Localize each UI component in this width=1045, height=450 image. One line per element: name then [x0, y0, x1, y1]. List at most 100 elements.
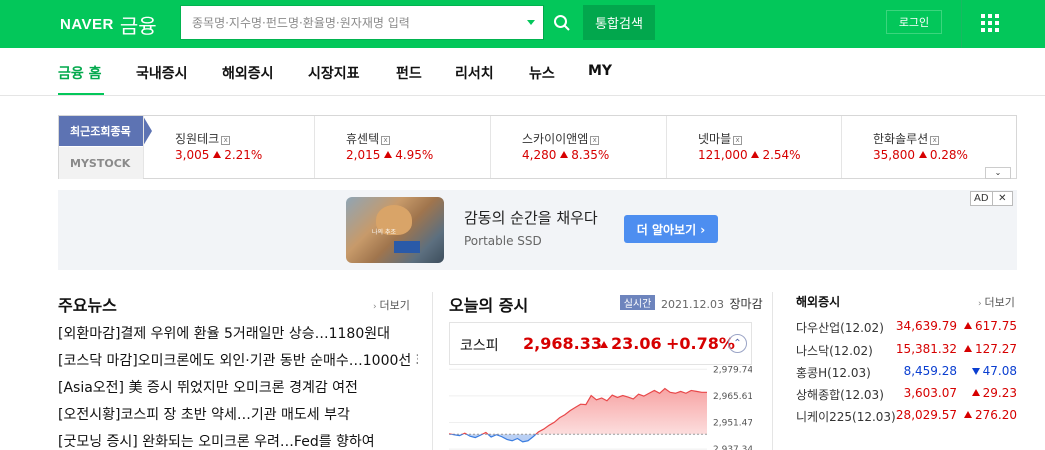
index-change-wrap: 47.08	[971, 364, 1017, 378]
nav-market-indicators[interactable]: 시장지표	[308, 63, 360, 83]
ad-subtitle: Portable SSD	[464, 234, 542, 248]
nav-fund[interactable]: 펀드	[396, 63, 422, 83]
remove-icon[interactable]: x	[221, 136, 231, 145]
ad-label: AD	[971, 192, 993, 205]
ad-banner[interactable]: 나의 추조 감동의 순간을 채우다 Portable SSD 더 알아보기 › …	[58, 190, 1017, 270]
stock-price: 2,015	[346, 148, 381, 162]
up-arrow-icon	[600, 341, 608, 348]
stock-name-wrap: 넷마블 x	[698, 130, 743, 147]
overseas-index-row[interactable]: 니케이225(12.03) 28,029.57 276.20	[796, 408, 1017, 428]
stock-name-wrap: 한화솔루션 x	[873, 130, 940, 147]
recent-stock-item[interactable]: 휴센텍 x 2,015 4.95%	[314, 116, 490, 178]
market-status: 장마감	[729, 297, 763, 311]
y-tick-label: 2,937.34	[713, 445, 752, 450]
overseas-index-row[interactable]: 다우산업(12.02) 34,639.79 617.75	[796, 319, 1017, 339]
close-icon[interactable]: ✕	[993, 193, 1012, 204]
stock-price: 121,000	[698, 148, 748, 162]
news-item[interactable]: [코스닥 마감]오미크론에도 외인·기관 동반 순매수…1000선 회복	[58, 351, 418, 378]
nav-my[interactable]: MY	[588, 63, 612, 79]
index-change-wrap: 617.75	[964, 319, 1017, 333]
y-tick-label: 2,979.74	[713, 365, 752, 375]
apps-grid-icon[interactable]	[981, 14, 999, 32]
index-name[interactable]: 니케이225(12.03)	[796, 408, 896, 425]
news-item[interactable]: [오전시황]코스피 장 초반 약세…기관 매도세 부각	[58, 405, 418, 432]
stock-name[interactable]: 넷마블	[698, 132, 731, 146]
recent-stock-item[interactable]: 넷마블 x 121,000 2.54%	[666, 116, 841, 178]
market-section-title: 오늘의 증시	[449, 296, 529, 315]
unified-search-button[interactable]: 통합검색	[583, 5, 655, 40]
remove-icon[interactable]: x	[733, 136, 743, 145]
stock-price-wrap: 121,000 2.54%	[698, 148, 801, 162]
nav-finance-home[interactable]: 금융 홈	[58, 63, 102, 83]
index-name[interactable]: 다우산업(12.02)	[796, 319, 884, 336]
nav-news[interactable]: 뉴스	[529, 63, 555, 83]
stock-price-wrap: 3,005 2.21%	[175, 148, 262, 162]
column-divider	[432, 292, 433, 450]
nav-domestic-stock[interactable]: 국내증시	[136, 63, 188, 83]
kospi-summary[interactable]: 코스피 2,968.33 23.06 +0.78% ⌃	[449, 322, 752, 365]
overseas-index-row[interactable]: 홍콩H(12.03) 8,459.28 47.08	[796, 364, 1017, 384]
main-nav: 금융 홈 국내증시 해외증시 시장지표 펀드 리서치 뉴스 MY	[0, 48, 1045, 96]
kospi-name[interactable]: 코스피	[460, 335, 499, 355]
index-name[interactable]: 나스닥(12.02)	[796, 342, 873, 359]
index-change: 29.23	[982, 386, 1017, 400]
overseas-more-label[interactable]: 더보기	[984, 296, 1014, 309]
kospi-intraday-chart[interactable]: 2,979.74 2,965.61 2,951.47 2,937.34	[449, 365, 753, 450]
expand-recent-button[interactable]: ⌄	[985, 167, 1011, 179]
tab-mystock[interactable]: MYSTOCK	[59, 147, 143, 179]
finance-logo-text[interactable]: 금융	[120, 10, 157, 39]
login-button[interactable]: 로그인	[886, 10, 942, 34]
column-divider	[772, 292, 773, 450]
market-date-status: 2021.12.03 장마감	[661, 295, 763, 312]
overseas-index-row[interactable]: 나스닥(12.02) 15,381.32 127.27	[796, 342, 1017, 362]
up-arrow-icon	[918, 151, 927, 158]
stock-change: 2.21%	[224, 148, 263, 162]
nav-overseas-stock[interactable]: 해외증시	[222, 63, 274, 83]
learn-more-button[interactable]: 더 알아보기 ›	[624, 215, 718, 243]
apps-divider	[961, 0, 962, 48]
news-more-link[interactable]: › 더보기	[373, 297, 410, 313]
kospi-change-wrap: 23.06	[600, 334, 662, 353]
up-arrow-icon	[964, 345, 972, 352]
stock-change: 0.28%	[929, 148, 968, 162]
ad-image[interactable]: 나의 추조	[346, 197, 444, 263]
naver-finance-logo[interactable]: NAVER 금융	[60, 10, 157, 39]
remove-icon[interactable]: x	[381, 136, 391, 145]
tab-recent-stocks[interactable]: 최근조회종목	[59, 116, 152, 146]
news-item[interactable]: [외환마감]결제 우위에 환율 5거래일만 상승…1180원대	[58, 324, 418, 351]
kospi-chart-svg: 2,979.74 2,965.61 2,951.47 2,937.34	[449, 365, 753, 450]
collapse-chevron-icon[interactable]: ⌃	[728, 334, 747, 353]
news-item[interactable]: [Asia오전] 美 증시 뛰었지만 오미크론 경계감 여전	[58, 378, 418, 405]
search-button[interactable]	[543, 5, 579, 40]
stock-name[interactable]: 스카이이앤엠	[522, 132, 588, 146]
search-input[interactable]	[181, 6, 521, 39]
index-value: 15,381.32	[895, 342, 957, 356]
remove-icon[interactable]: x	[930, 136, 940, 145]
nav-research[interactable]: 리서치	[455, 63, 494, 83]
stock-name-wrap: 휴센텍 x	[346, 130, 391, 147]
overseas-more-link[interactable]: › 더보기	[978, 294, 1015, 310]
index-value: 28,029.57	[895, 408, 957, 422]
recent-stock-item[interactable]: 징원테크 x 3,005 2.21%	[143, 116, 314, 178]
y-tick-label: 2,951.47	[713, 419, 752, 429]
kospi-value: 2,968.33	[523, 334, 602, 353]
index-change-wrap: 276.20	[964, 408, 1017, 422]
stock-name-wrap: 스카이이앤엠 x	[522, 130, 600, 147]
ad-ssd-graphic	[394, 241, 420, 253]
dropdown-arrow-icon[interactable]	[527, 20, 535, 25]
recent-stock-item[interactable]: 스카이이앤엠 x 4,280 8.35%	[490, 116, 666, 178]
stock-name[interactable]: 한화솔루션	[873, 132, 928, 146]
news-more-label[interactable]: 더보기	[379, 299, 409, 312]
stock-change: 4.95%	[395, 148, 434, 162]
ad-title[interactable]: 감동의 순간을 채우다	[464, 207, 598, 228]
stock-name[interactable]: 휴센텍	[346, 132, 379, 146]
remove-icon[interactable]: x	[590, 136, 600, 145]
index-value: 3,603.07	[903, 386, 957, 400]
overseas-index-row[interactable]: 상해종합(12.03) 3,603.07 29.23	[796, 386, 1017, 406]
index-name[interactable]: 홍콩H(12.03)	[796, 364, 871, 381]
naver-logo-text[interactable]: NAVER	[60, 16, 114, 33]
news-item[interactable]: [굿모닝 증시] 완화되는 오미크론 우려…Fed를 향하여	[58, 432, 418, 450]
stock-name[interactable]: 징원테크	[175, 132, 219, 146]
index-value: 34,639.79	[895, 319, 957, 333]
index-name[interactable]: 상해종합(12.03)	[796, 386, 884, 403]
